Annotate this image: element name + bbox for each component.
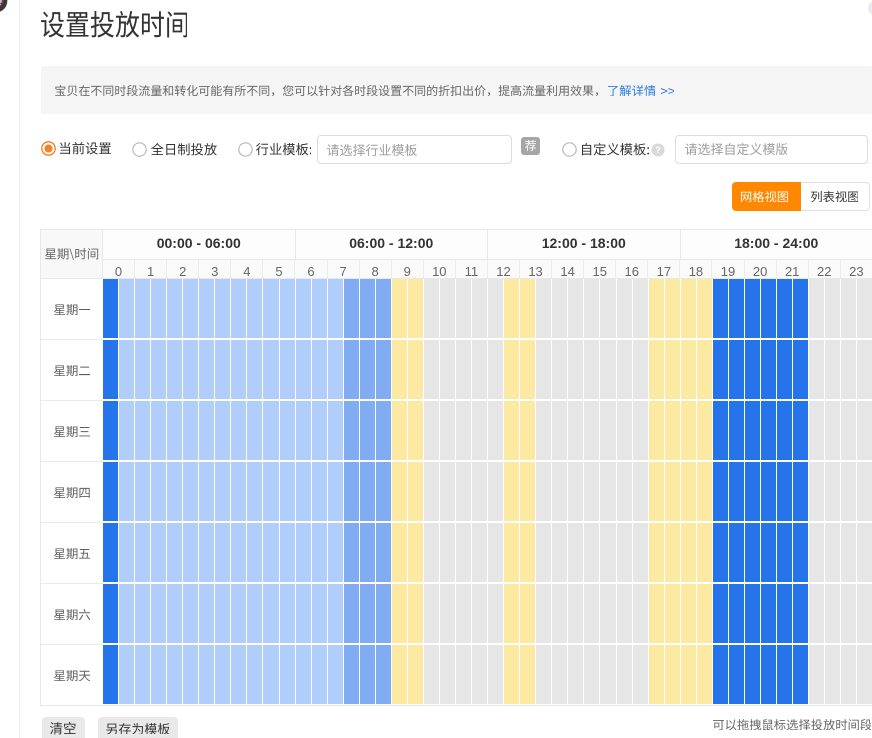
svg-text:?: ?: [655, 145, 661, 156]
